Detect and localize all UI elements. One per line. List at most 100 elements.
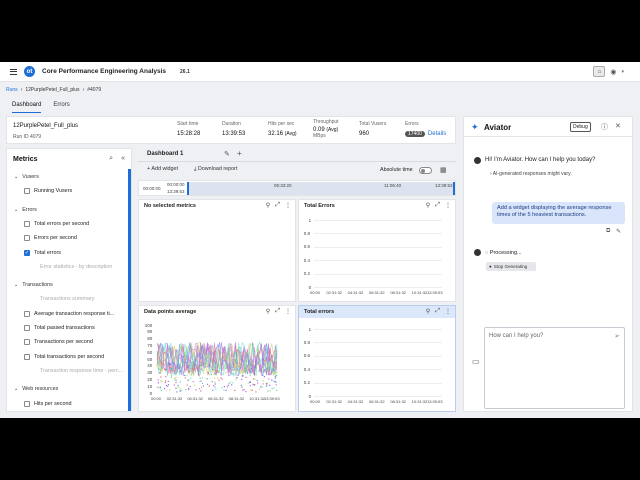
data-point xyxy=(252,378,255,380)
metric-checkbox[interactable] xyxy=(24,325,30,331)
data-point xyxy=(249,371,251,373)
filter-icon[interactable]: ⚲ xyxy=(266,202,270,209)
collapse-icon[interactable]: « xyxy=(121,155,125,163)
aviator-panel: ✦ Aviator Debug ⓘ ✕ Hi! I'm Aviator. How… xyxy=(463,116,633,412)
tab-errors[interactable]: Errors xyxy=(53,102,69,113)
hamburger-menu-icon[interactable] xyxy=(10,68,17,75)
data-point xyxy=(243,389,245,391)
data-point xyxy=(250,389,252,391)
grid-line xyxy=(314,342,442,344)
chevron-down-icon[interactable]: ⌄ xyxy=(14,207,18,213)
filter-icon[interactable]: ⚲ xyxy=(266,308,270,315)
add-dashboard-icon[interactable]: + xyxy=(237,149,242,158)
tab-dashboard[interactable]: Dashboard xyxy=(12,102,42,113)
metric-item[interactable]: ✓ Total errors xyxy=(7,248,61,258)
bot-avatar-icon xyxy=(474,157,481,164)
debug-button[interactable]: Debug xyxy=(570,122,591,132)
metric-item[interactable]: Total errors per second xyxy=(7,219,89,229)
edit-icon[interactable]: ✎ xyxy=(616,228,621,235)
user-avatar-icon[interactable]: ◉ xyxy=(610,68,616,76)
data-point xyxy=(251,368,253,370)
breadcrumb-runs[interactable]: Runs xyxy=(6,87,18,93)
data-point xyxy=(232,382,234,384)
metric-checkbox[interactable] xyxy=(24,188,30,195)
metric-item[interactable]: Total passed transactions xyxy=(7,323,95,333)
breadcrumb-run[interactable]: 12PurplePetel_Full_plus xyxy=(25,87,79,93)
edit-icon[interactable]: ✎ xyxy=(224,150,230,158)
send-icon[interactable]: ➢ xyxy=(614,332,620,340)
chevron-down-icon[interactable]: ⌄ xyxy=(14,282,18,288)
metric-item-disabled: Transaction response time - perc... xyxy=(40,367,124,374)
chevron-down-icon[interactable]: ⌄ xyxy=(14,386,18,392)
info-icon[interactable]: ⓘ xyxy=(601,122,608,132)
filter-icon[interactable]: ⚲ xyxy=(426,202,430,209)
data-point xyxy=(207,378,209,380)
layout-grid-icon[interactable]: ▦ xyxy=(440,166,447,174)
metric-group[interactable]: ⌄ Vusers xyxy=(7,172,39,182)
metric-item[interactable]: Total transactions per second xyxy=(7,352,104,362)
add-widget-button[interactable]: + Add widget xyxy=(147,166,178,172)
processing-status: ◌ Processing... xyxy=(485,250,522,256)
y-tick-label: 10 xyxy=(147,383,153,389)
more-icon[interactable]: ⋮ xyxy=(285,202,291,209)
metric-checkbox[interactable]: ✓ xyxy=(24,249,30,256)
metric-item[interactable]: Transactions per second xyxy=(7,337,93,347)
timeline-start: 00:00:00 xyxy=(143,186,161,191)
copy-icon[interactable]: ⧉ xyxy=(606,228,610,235)
y-tick-label: 90 xyxy=(147,329,153,335)
data-point xyxy=(247,382,249,384)
metric-item[interactable]: Running Vusers xyxy=(7,186,72,196)
timeline-slider[interactable]: 00:00:00 00:00:00 13:39:53 05:33:20 11:0… xyxy=(138,180,456,196)
metric-group[interactable]: ⌄ Errors xyxy=(7,205,37,215)
aviator-input[interactable]: How can I help you? ➢ xyxy=(484,327,625,409)
metric-checkbox[interactable] xyxy=(24,310,30,317)
more-icon[interactable]: ⋮ xyxy=(445,202,451,209)
metrics-scrollbar[interactable] xyxy=(128,169,131,411)
chevron-right-icon: › xyxy=(82,87,85,93)
start-time-label: Start time xyxy=(177,121,199,127)
data-point xyxy=(211,381,213,383)
metric-checkbox[interactable] xyxy=(24,235,30,242)
store-icon[interactable]: ⌂ xyxy=(593,66,606,77)
data-point xyxy=(174,369,176,371)
metric-checkbox[interactable] xyxy=(24,339,30,346)
more-icon[interactable]: ⋮ xyxy=(285,308,291,315)
x-tick-label: 02:31:32 xyxy=(326,399,342,404)
metric-group[interactable]: ⌄ Web resources xyxy=(7,384,58,394)
metric-item[interactable]: Hits per second xyxy=(7,399,71,409)
timeline-selection[interactable] xyxy=(187,182,455,195)
data-point xyxy=(188,387,190,389)
data-point xyxy=(200,380,202,382)
metric-group[interactable]: ⌄ Transactions xyxy=(7,280,53,290)
expand-icon[interactable]: ⤢ xyxy=(275,308,280,315)
filter-icon[interactable]: ⚲ xyxy=(426,308,430,315)
widget-total-errors-selected[interactable]: Total errors ⚲ ⤢ ⋮ 1 0.8 0.6 0.4 0.2 0 00:00 02:3… xyxy=(298,305,456,412)
data-point xyxy=(242,375,244,377)
app-window: ot Core Performance Engineering Analysis… xyxy=(0,62,640,418)
metric-label: Total errors xyxy=(34,249,61,256)
data-point xyxy=(179,381,181,383)
metric-checkbox[interactable] xyxy=(24,400,30,407)
input-placeholder: How can I help you? xyxy=(489,333,544,339)
data-point xyxy=(227,384,229,386)
chevron-down-icon[interactable]: ▾ xyxy=(621,69,624,75)
stop-generating-button[interactable]: ● Stop Generating xyxy=(486,262,536,271)
metric-item[interactable]: Errors per second xyxy=(7,233,77,243)
dashboard-name[interactable]: Dashboard 1 xyxy=(147,151,183,157)
expand-icon[interactable]: ⤢ xyxy=(435,202,440,209)
download-report-button[interactable]: ⤓ Download report xyxy=(194,166,237,173)
metric-checkbox[interactable] xyxy=(24,353,30,360)
close-icon[interactable]: ✕ xyxy=(615,122,621,130)
metric-checkbox[interactable] xyxy=(24,220,30,227)
absolute-time-toggle[interactable] xyxy=(419,167,432,174)
more-icon[interactable]: ⋮ xyxy=(445,308,451,315)
search-icon[interactable]: ⌕ xyxy=(109,155,113,163)
data-point xyxy=(187,366,189,368)
feedback-icon[interactable]: ▭ xyxy=(472,357,480,366)
details-link[interactable]: Details xyxy=(428,131,446,137)
expand-icon[interactable]: ⤢ xyxy=(435,308,440,315)
chevron-down-icon[interactable]: ⌄ xyxy=(14,174,18,180)
expand-icon[interactable]: ⤢ xyxy=(275,202,280,209)
metric-item[interactable]: Average transaction response ti... xyxy=(7,309,114,319)
data-point xyxy=(157,386,159,388)
